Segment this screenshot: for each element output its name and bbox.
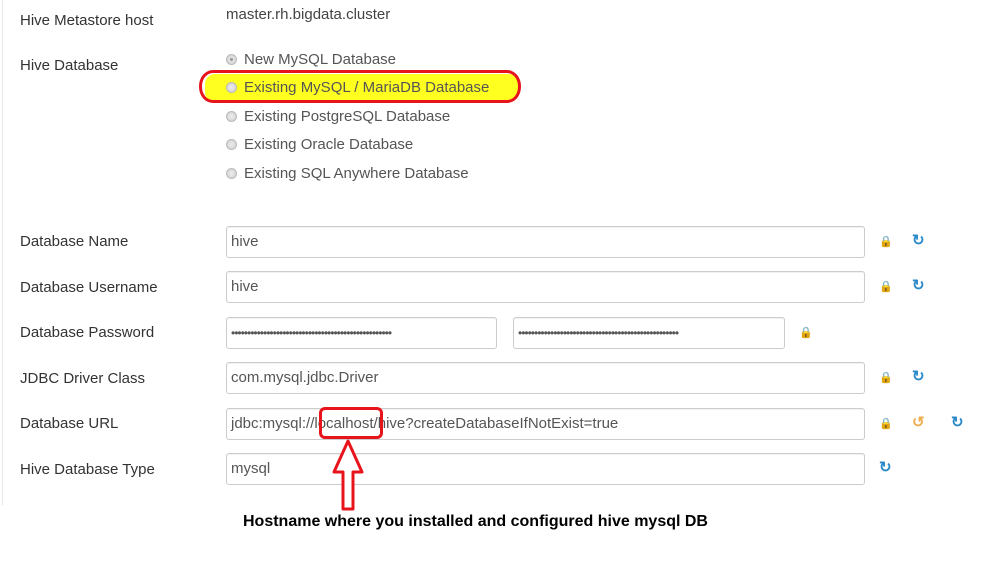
metastore-host-label: Hive Metastore host [20, 12, 154, 29]
radio-icon [226, 168, 237, 179]
radio-selected-icon [226, 54, 237, 65]
annotation-box [319, 407, 383, 439]
refresh-icon[interactable]: ↻ [951, 415, 964, 431]
database-password-label: Database Password [20, 324, 155, 341]
lock-icon[interactable]: 🔒 [799, 325, 813, 341]
lock-icon[interactable]: 🔒 [879, 370, 893, 386]
refresh-icon[interactable]: ↻ [912, 233, 925, 249]
radio-icon [226, 111, 237, 122]
radio-label: New MySQL Database [244, 51, 397, 68]
radio-existing-postgresql[interactable]: Existing PostgreSQL Database [226, 108, 450, 125]
annotation-ellipse [199, 70, 521, 103]
database-password-confirm-input[interactable]: ••••••••••••••••••••••••••••••••••••••••… [513, 317, 785, 349]
radio-new-mysql[interactable]: New MySQL Database [226, 51, 396, 68]
database-name-label: Database Name [20, 233, 129, 250]
radio-icon [226, 139, 237, 150]
panel-border [2, 0, 3, 505]
refresh-icon[interactable]: ↻ [912, 369, 925, 385]
metastore-host-value: master.rh.bigdata.cluster [226, 6, 391, 23]
radio-label: Existing PostgreSQL Database [244, 108, 451, 125]
lock-icon[interactable]: 🔒 [879, 279, 893, 295]
hive-database-type-input[interactable]: mysql [226, 453, 865, 485]
lock-icon[interactable]: 🔒 [879, 234, 893, 250]
radio-label: Existing SQL Anywhere Database [244, 165, 469, 182]
jdbc-driver-input[interactable]: com.mysql.jdbc.Driver [226, 362, 865, 394]
radio-label: Existing Oracle Database [244, 136, 414, 153]
refresh-icon[interactable]: ↻ [879, 460, 892, 476]
radio-existing-oracle[interactable]: Existing Oracle Database [226, 136, 413, 153]
hive-database-type-label: Hive Database Type [20, 461, 155, 478]
database-password-input[interactable]: ••••••••••••••••••••••••••••••••••••••••… [226, 317, 497, 349]
jdbc-driver-label: JDBC Driver Class [20, 370, 146, 387]
database-username-label: Database Username [20, 279, 158, 296]
database-name-input[interactable]: hive [226, 226, 865, 258]
refresh-icon[interactable]: ↻ [912, 278, 925, 294]
annotation-note: Hostname where you installed and configu… [243, 513, 708, 530]
annotation-arrow-icon [332, 439, 364, 511]
database-url-label: Database URL [20, 415, 119, 432]
hive-database-label: Hive Database [20, 57, 119, 74]
radio-existing-sql-anywhere[interactable]: Existing SQL Anywhere Database [226, 165, 469, 182]
undo-icon[interactable]: ↺ [912, 415, 925, 431]
database-username-input[interactable]: hive [226, 271, 865, 303]
lock-icon[interactable]: 🔒 [879, 416, 893, 432]
